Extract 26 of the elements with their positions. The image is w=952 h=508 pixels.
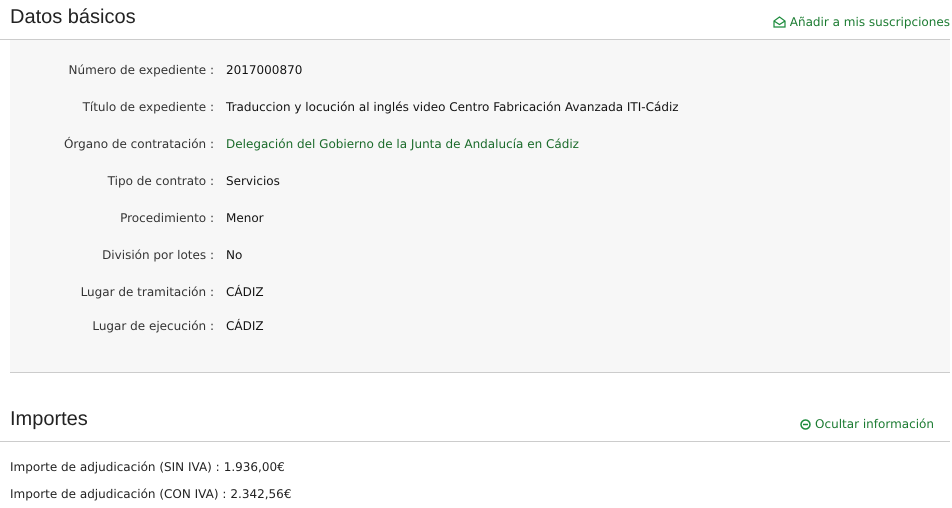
field-label: Título de expediente : bbox=[82, 100, 214, 114]
field-value: No bbox=[226, 248, 242, 262]
field-label: Tipo de contrato : bbox=[106, 174, 214, 188]
field-label: Procedimiento : bbox=[119, 210, 214, 224]
field-value: CÁDIZ bbox=[226, 284, 264, 298]
amount-value: 2.342,56€ bbox=[230, 486, 292, 500]
field-label: División por lotes : bbox=[101, 248, 214, 262]
field-value: Menor bbox=[226, 210, 264, 224]
envelope-icon bbox=[772, 16, 786, 28]
field-value: Traduccion y locución al inglés video Centro Fabricación Avanzada ITI-Cádiz bbox=[226, 100, 679, 114]
field-link[interactable]: Delegación del Gobierno de la Junta de Andalucía en Cádiz bbox=[226, 136, 579, 150]
subscribe-link[interactable]: Añadir a mis suscripciones bbox=[772, 15, 950, 29]
field-value: CÁDIZ bbox=[226, 319, 264, 333]
field-label: Lugar de ejecución : bbox=[91, 319, 214, 333]
minus-circle-icon bbox=[800, 418, 812, 430]
amount-label: Importe de adjudicación (CON IVA) : bbox=[10, 486, 226, 500]
section-title: Datos básicos bbox=[10, 5, 136, 29]
field-label: Lugar de tramitación : bbox=[80, 284, 214, 298]
hide-info-link[interactable]: Ocultar información bbox=[800, 417, 950, 431]
field-label: Número de expediente : bbox=[68, 62, 214, 76]
field-value: Servicios bbox=[226, 174, 280, 188]
amount-label: Importe de adjudicación (SIN IVA) : bbox=[10, 460, 220, 474]
field-value: 2017000870 bbox=[226, 62, 302, 76]
field-label: Órgano de contratación : bbox=[62, 136, 214, 150]
amount-value: 1.936,00€ bbox=[224, 460, 285, 474]
section-title: Importes bbox=[10, 407, 88, 431]
